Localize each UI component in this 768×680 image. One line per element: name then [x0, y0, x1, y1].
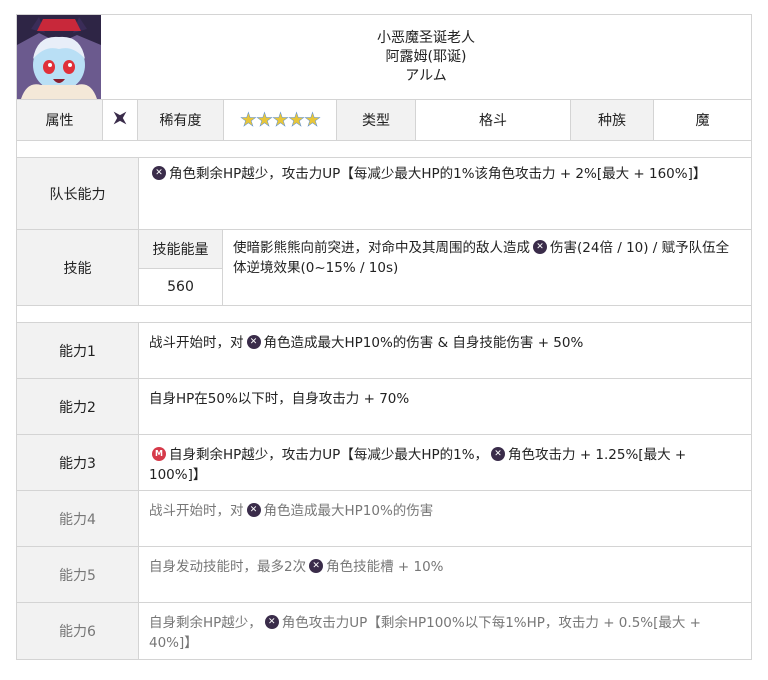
- attribute-label: 属性: [16, 99, 103, 141]
- leader-ability-label: 队长能力: [16, 157, 139, 230]
- dark-element-icon: [246, 334, 261, 350]
- type-label: 类型: [336, 99, 416, 141]
- dark-element-icon: [491, 446, 506, 462]
- ability-1-text-post: 角色造成最大HP10%的伤害 & 自身技能伤害 + 50%: [263, 335, 584, 351]
- ability-4-text-pre: 战斗开始时，对: [149, 503, 244, 519]
- ability-4-desc: 战斗开始时，对 角色造成最大HP10%的伤害: [138, 490, 752, 547]
- character-name-cn: 小恶魔圣诞老人: [377, 29, 475, 46]
- skill-desc: 使暗影熊熊向前突进，对命中及其周围的敌人造成伤害(24倍 / 10) / 赋予队…: [222, 229, 752, 306]
- character-name-jp: アルム: [405, 67, 447, 84]
- ability-3-desc: 自身剩余HP越少，攻击力UP【每减少最大HP的1%，角色攻击力 + 1.25%[…: [138, 434, 752, 491]
- skill-label: 技能: [16, 229, 139, 306]
- attribute-value: [102, 99, 138, 141]
- ability-1-desc: 战斗开始时，对 角色造成最大HP10%的伤害 & 自身技能伤害 + 50%: [138, 322, 752, 379]
- skill-energy-value: 560: [138, 268, 223, 306]
- character-name-cn-alt: 阿露姆(耶诞): [385, 48, 467, 65]
- ability-6-desc: 自身剩余HP越少，角色攻击力UP【剩余HP100%以下每1%HP，攻击力 + 0…: [138, 602, 752, 660]
- dark-element-icon: [533, 239, 547, 255]
- ability-6-text-pre: 自身剩余HP越少，: [149, 615, 262, 631]
- ability-3-text-pre: 自身剩余HP越少，攻击力UP【每减少最大HP的1%，: [169, 447, 489, 463]
- ability-2-text: 自身HP在50%以下时，自身攻击力 + 70%: [149, 391, 410, 407]
- ability-1-label: 能力1: [16, 322, 139, 379]
- ability-5-text-post: 角色技能槽 + 10%: [326, 559, 444, 575]
- rarity-stars: ★★★★★: [239, 109, 322, 132]
- ability-6-label: 能力6: [16, 602, 139, 660]
- dark-element-icon: [152, 165, 166, 181]
- ability-5-label: 能力5: [16, 546, 139, 603]
- skill-energy-label: 技能能量: [138, 229, 223, 269]
- dark-element-icon: [246, 502, 261, 518]
- dark-element-icon: [264, 614, 279, 630]
- skill-text-a: 使暗影熊熊向前突进，对命中及其周围的敌人造成: [233, 240, 530, 256]
- character-avatar: [17, 15, 101, 99]
- rarity-value: ★★★★★: [223, 99, 337, 141]
- type-value: 格斗: [415, 99, 571, 141]
- ability-5-text-pre: 自身发动技能时，最多2次: [149, 559, 307, 575]
- ability-4-label: 能力4: [16, 490, 139, 547]
- ability-2-desc: 自身HP在50%以下时，自身攻击力 + 70%: [138, 378, 752, 435]
- spacer-row: [16, 140, 752, 158]
- leader-ability-text: 角色剩余HP越少，攻击力UP【每减少最大HP的1%该角色攻击力 + 2%[最大 …: [169, 166, 707, 182]
- race-value: 魔: [653, 99, 752, 141]
- ability-1-text-pre: 战斗开始时，对: [149, 335, 244, 351]
- monster-element-icon: [152, 447, 166, 461]
- ability-4-text-post: 角色造成最大HP10%的伤害: [263, 503, 434, 519]
- leader-ability-desc: 角色剩余HP越少，攻击力UP【每减少最大HP的1%该角色攻击力 + 2%[最大 …: [138, 157, 752, 230]
- dark-element-icon: [309, 558, 324, 574]
- rarity-label: 稀有度: [137, 99, 224, 141]
- character-name-block: 小恶魔圣诞老人 阿露姆(耶诞) アルム: [101, 15, 751, 99]
- ability-5-desc: 自身发动技能时，最多2次 角色技能槽 + 10%: [138, 546, 752, 603]
- spacer-row: [16, 305, 752, 323]
- ability-3-label: 能力3: [16, 434, 139, 491]
- race-label: 种族: [570, 99, 654, 141]
- dark-element-icon: [111, 109, 129, 131]
- ability-2-label: 能力2: [16, 378, 139, 435]
